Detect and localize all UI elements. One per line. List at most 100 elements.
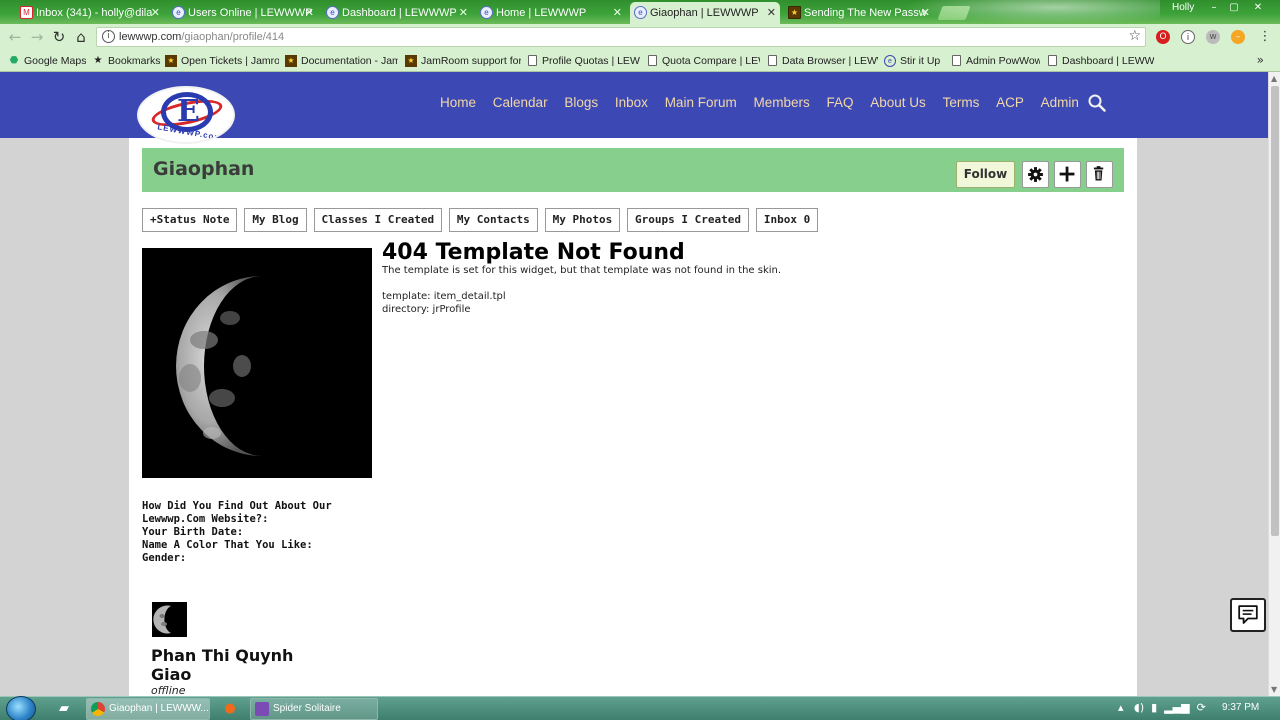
folder-icon[interactable]: ▰ — [54, 700, 74, 718]
nav-calendar[interactable]: Calendar — [493, 95, 548, 110]
bookmark-item[interactable]: Admin PowWow — [950, 53, 1040, 69]
bookmark-item[interactable]: ★ Open Tickets | Jamroo — [165, 53, 279, 69]
follow-button[interactable]: Follow — [956, 161, 1015, 188]
bookmark-item[interactable]: Dashboard | LEWWW — [1046, 53, 1154, 69]
delete-button[interactable] — [1086, 161, 1113, 188]
info-extension-icon[interactable]: i — [1181, 30, 1195, 44]
profile-image[interactable] — [142, 248, 372, 478]
close-icon[interactable]: ✕ — [921, 2, 930, 24]
settings-button[interactable] — [1022, 161, 1049, 188]
start-button[interactable] — [6, 696, 36, 720]
inbox-button[interactable]: Inbox 0 — [755, 208, 819, 232]
network-icon[interactable]: ▮ — [1151, 701, 1157, 714]
bookmark-item[interactable]: e Stir it Up — [884, 53, 944, 69]
bookmark-label: Data Browser | LEWW — [782, 55, 878, 67]
opera-extension-icon[interactable]: O — [1156, 30, 1170, 44]
close-icon[interactable]: ✕ — [305, 2, 314, 24]
tray-arrow-icon[interactable]: ▴ — [1118, 701, 1124, 714]
tab-title: Giaophan | LEWWWP — [650, 7, 759, 19]
menu-icon[interactable]: ⋮ — [1256, 28, 1274, 46]
volume-icon[interactable]: ◖) — [1134, 701, 1144, 714]
browser-tab[interactable]: ★ Sending The New Passw ✕ — [784, 2, 934, 24]
tab-title: Home | LEWWWP — [496, 7, 587, 19]
minus-extension-icon[interactable]: – — [1231, 30, 1245, 44]
bookmark-label: Open Tickets | Jamroo — [181, 55, 279, 67]
my-photos-button[interactable]: My Photos — [544, 208, 621, 232]
taskbar: ▰ Giaophan | LEWWW... ● Spider Solitaire… — [0, 696, 1280, 720]
bookmark-label: JamRoom support for — [421, 55, 521, 67]
nav-home[interactable]: Home — [440, 95, 476, 110]
chat-button[interactable] — [1230, 598, 1266, 632]
back-arrow-icon[interactable]: ← — [6, 28, 24, 46]
nav-members[interactable]: Members — [753, 95, 809, 110]
error-template-line: template: item_detail.tpl — [382, 291, 506, 302]
search-icon[interactable] — [1088, 94, 1106, 112]
taskbar-item-solitaire[interactable]: Spider Solitaire — [250, 698, 378, 720]
scroll-up-arrow-icon[interactable]: ▲ — [1271, 74, 1277, 83]
bookmark-item[interactable]: ⬣ Google Maps — [8, 53, 86, 69]
browser-profile-name[interactable]: Holly — [1172, 2, 1194, 13]
bookmark-item[interactable]: Data Browser | LEWW — [766, 53, 878, 69]
nav-acp[interactable]: ACP — [996, 95, 1024, 110]
close-icon[interactable]: ✕ — [767, 2, 776, 24]
signal-icon[interactable]: ▂▄▆ — [1164, 701, 1189, 714]
bookmark-item[interactable]: ★ Bookmarks — [92, 53, 162, 69]
bookmark-item[interactable]: Quota Compare | LEW — [646, 53, 760, 69]
bookmark-label: Bookmarks — [108, 55, 161, 67]
site-logo[interactable]: E LEWWWP.com — [137, 86, 235, 144]
status-note-button[interactable]: +Status Note — [142, 208, 238, 232]
nav-inbox[interactable]: Inbox — [615, 95, 648, 110]
address-bar[interactable]: i lewwwp.com/giaophan/profile/414 ☆ — [96, 27, 1146, 47]
bookmark-star-icon[interactable]: ☆ — [1128, 28, 1141, 44]
lewwwp-icon: e — [172, 6, 185, 19]
nav-about-us[interactable]: About Us — [870, 95, 926, 110]
window-close-button[interactable]: ✕ — [1250, 2, 1266, 14]
sync-icon[interactable]: ⟳ — [1197, 701, 1206, 714]
taskbar-item-chrome[interactable]: Giaophan | LEWWW... — [86, 698, 210, 720]
close-icon[interactable]: ✕ — [151, 2, 160, 24]
new-tab-button[interactable] — [937, 6, 971, 20]
home-icon[interactable]: ⌂ — [72, 28, 90, 46]
browser-tab-active[interactable]: e Giaophan | LEWWWP ✕ — [630, 2, 780, 24]
clock[interactable]: 9:37 PM — [1222, 702, 1259, 713]
system-tray[interactable]: ▴ ◖) ▮ ▂▄▆ ⟳ — [1118, 701, 1206, 714]
my-contacts-button[interactable]: My Contacts — [448, 208, 538, 232]
nav-terms[interactable]: Terms — [943, 95, 980, 110]
groups-created-button[interactable]: Groups I Created — [627, 208, 750, 232]
my-blog-button[interactable]: My Blog — [244, 208, 307, 232]
nav-main-forum[interactable]: Main Forum — [665, 95, 737, 110]
profile-content: Giaophan Follow +Status Note My Blog Cla… — [129, 138, 1137, 696]
bookmark-item[interactable]: ★ JamRoom support for — [405, 53, 521, 69]
classes-created-button[interactable]: Classes I Created — [313, 208, 443, 232]
main-nav: Home Calendar Blogs Inbox Main Forum Mem… — [440, 95, 1092, 110]
browser-tab[interactable]: e Home | LEWWWP ✕ — [476, 2, 626, 24]
browser-tab[interactable]: e Users Online | LEWWWP ✕ — [168, 2, 318, 24]
page-scrollbar[interactable]: ▲ ▼ — [1268, 72, 1280, 696]
scroll-down-arrow-icon[interactable]: ▼ — [1271, 685, 1277, 694]
close-icon[interactable]: ✕ — [459, 2, 468, 24]
url-text[interactable]: lewwwp.com/giaophan/profile/414 — [119, 31, 284, 43]
nav-admin[interactable]: Admin — [1041, 95, 1079, 110]
minimize-button[interactable]: – — [1206, 2, 1222, 14]
add-button[interactable] — [1054, 161, 1081, 188]
moon-image — [176, 276, 262, 456]
info-icon[interactable]: i — [102, 30, 115, 43]
forward-arrow-icon[interactable]: → — [28, 28, 46, 46]
avatar[interactable] — [152, 602, 187, 637]
scrollbar-thumb[interactable] — [1271, 86, 1279, 536]
bookmark-label: Stir it Up — [900, 55, 941, 67]
browser-tab[interactable]: M Inbox (341) - holly@dila ✕ — [16, 2, 164, 24]
close-icon[interactable]: ✕ — [613, 2, 622, 24]
w-extension-icon[interactable]: w — [1206, 30, 1220, 44]
reload-icon[interactable]: ↻ — [50, 28, 68, 46]
bookmark-item[interactable]: ★ Documentation - Jam — [285, 53, 398, 69]
firefox-icon[interactable]: ● — [220, 700, 240, 718]
maximize-button[interactable]: ▢ — [1226, 2, 1242, 14]
browser-tab[interactable]: e Dashboard | LEWWWP ✕ — [322, 2, 472, 24]
nav-faq[interactable]: FAQ — [827, 95, 854, 110]
nav-blogs[interactable]: Blogs — [564, 95, 598, 110]
bookmarks-overflow-button[interactable]: » — [1257, 53, 1264, 67]
bookmark-item[interactable]: Profile Quotas | LEW — [526, 53, 640, 69]
moon-avatar-image — [153, 605, 171, 634]
profile-name[interactable]: Giaophan — [153, 158, 254, 180]
